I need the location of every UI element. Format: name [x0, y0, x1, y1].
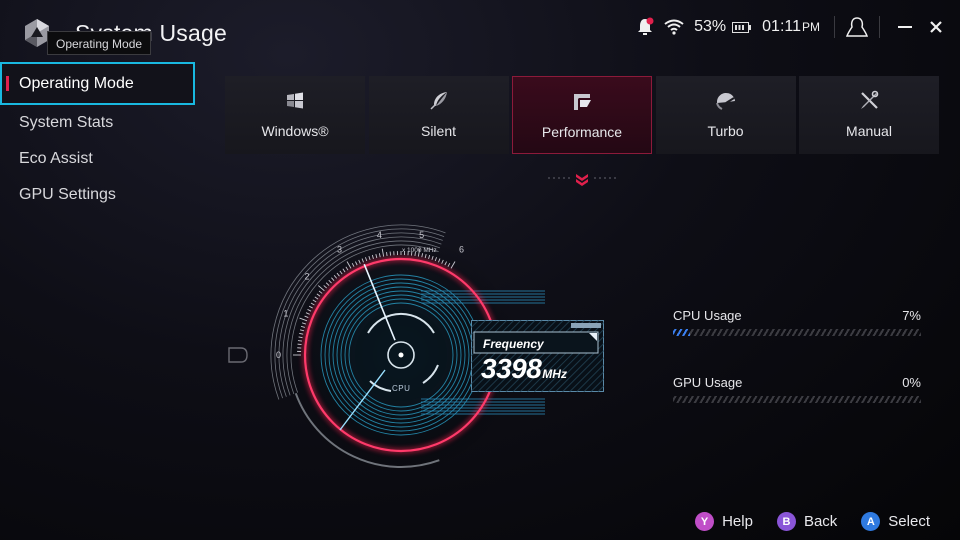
divider: [834, 16, 835, 38]
sidebar-item-system-stats[interactable]: System Stats: [0, 105, 195, 141]
left-bracket-icon: [228, 347, 248, 363]
mode-label: Performance: [541, 124, 623, 140]
usage-label: CPU Usage: [673, 308, 742, 323]
wifi-status[interactable]: [664, 19, 684, 35]
gpu-usage: GPU Usage 0%: [673, 375, 921, 403]
frequency-value: 3398MHz: [481, 353, 567, 385]
gauge-tick-label: 2: [305, 272, 310, 282]
hint-label: Back: [803, 513, 838, 530]
y-button-icon: Y: [695, 512, 715, 531]
frequency-label: Frequency: [483, 337, 544, 351]
usage-bar-fill: [673, 329, 691, 336]
usage-bar: [673, 396, 921, 403]
gauge-tick-label: 6: [459, 244, 464, 254]
gauge-tick-label: 3: [337, 244, 342, 254]
usage-value: 0%: [902, 375, 921, 390]
selected-mode-indicator: [548, 174, 616, 186]
frequency-unit: MHz: [542, 367, 567, 381]
sidebar-item-label: Eco Assist: [19, 150, 93, 167]
mode-label: Manual: [846, 123, 892, 139]
mode-silent[interactable]: Silent: [368, 76, 509, 154]
gauge-tick-label: 5: [419, 230, 424, 240]
clock-time: 01:11: [762, 18, 801, 35]
clock: 01:11 PM: [762, 18, 820, 36]
usage-bar: [673, 329, 921, 336]
wifi-icon: [664, 19, 684, 35]
mode-turbo[interactable]: Turbo: [655, 76, 796, 154]
sidebar-item-label: GPU Settings: [19, 186, 116, 203]
gauge-hub: [398, 352, 404, 358]
gauge-tick: [386, 251, 388, 257]
bell-icon: [638, 17, 654, 35]
tooltip: Operating Mode: [47, 31, 152, 55]
b-button-icon: B: [776, 512, 796, 531]
operating-mode-selector: Windows® Silent Performance Turbo Manual: [225, 76, 939, 154]
divider: [879, 16, 880, 38]
mode-windows[interactable]: Windows®: [225, 76, 365, 154]
sidebar-item-gpu-settings[interactable]: GPU Settings: [0, 177, 195, 213]
status-bar: 53% 01:11 PM: [626, 14, 942, 40]
controller-hints: Y Help B Back A Select: [671, 512, 930, 531]
battery-status: [732, 21, 752, 33]
gauge-tick: [297, 340, 303, 342]
a-button-icon: A: [861, 512, 881, 531]
back-button[interactable]: B Back: [776, 512, 838, 531]
clock-suffix: PM: [802, 20, 820, 34]
wrench-screwdriver-icon: [861, 90, 879, 109]
close-button[interactable]: [930, 21, 942, 33]
sidebar: Operating Mode System Stats Eco Assist G…: [0, 62, 195, 213]
scale-unit-label: x 1000 MHz: [402, 247, 437, 254]
close-icon: [930, 21, 942, 33]
notification-button[interactable]: [636, 17, 654, 37]
mode-label: Turbo: [707, 123, 744, 139]
profile-button[interactable]: [845, 16, 869, 38]
usage-label: GPU Usage: [673, 375, 743, 390]
user-profile-icon: [845, 17, 869, 37]
sidebar-item-operating-mode[interactable]: Operating Mode: [0, 62, 195, 105]
performance-icon: [574, 94, 591, 110]
mode-manual[interactable]: Manual: [799, 76, 939, 154]
battery-icon: [732, 21, 752, 33]
frequency-number: 3398: [481, 353, 542, 384]
leaf-icon: [429, 92, 447, 110]
sidebar-item-eco-assist[interactable]: Eco Assist: [0, 141, 195, 177]
mode-label: Windows®: [261, 123, 329, 139]
hint-label: Help: [722, 513, 753, 530]
gauge-tick-label: 0: [276, 350, 281, 360]
hint-label: Select: [888, 513, 930, 530]
mode-label: Silent: [420, 123, 457, 139]
minimize-button[interactable]: [898, 20, 912, 34]
gauge-tick-label: 1: [283, 308, 288, 318]
minimize-icon: [898, 26, 912, 28]
turbo-gauge-icon: [715, 92, 735, 110]
usage-value: 7%: [902, 308, 921, 323]
active-indicator: [6, 76, 9, 91]
select-button[interactable]: A Select: [861, 512, 930, 531]
sidebar-item-label: Operating Mode: [19, 75, 134, 92]
sidebar-item-label: System Stats: [19, 114, 114, 131]
cpu-usage: CPU Usage 7%: [673, 308, 921, 336]
battery-percent: 53%: [694, 18, 727, 35]
help-button[interactable]: Y Help: [695, 512, 753, 531]
windows-icon: [287, 92, 303, 109]
gauge-tick-label: 4: [377, 230, 382, 240]
chevron-down-icon: [576, 174, 588, 186]
mode-performance[interactable]: Performance: [512, 76, 652, 154]
gauge-label: CPU: [392, 384, 411, 393]
